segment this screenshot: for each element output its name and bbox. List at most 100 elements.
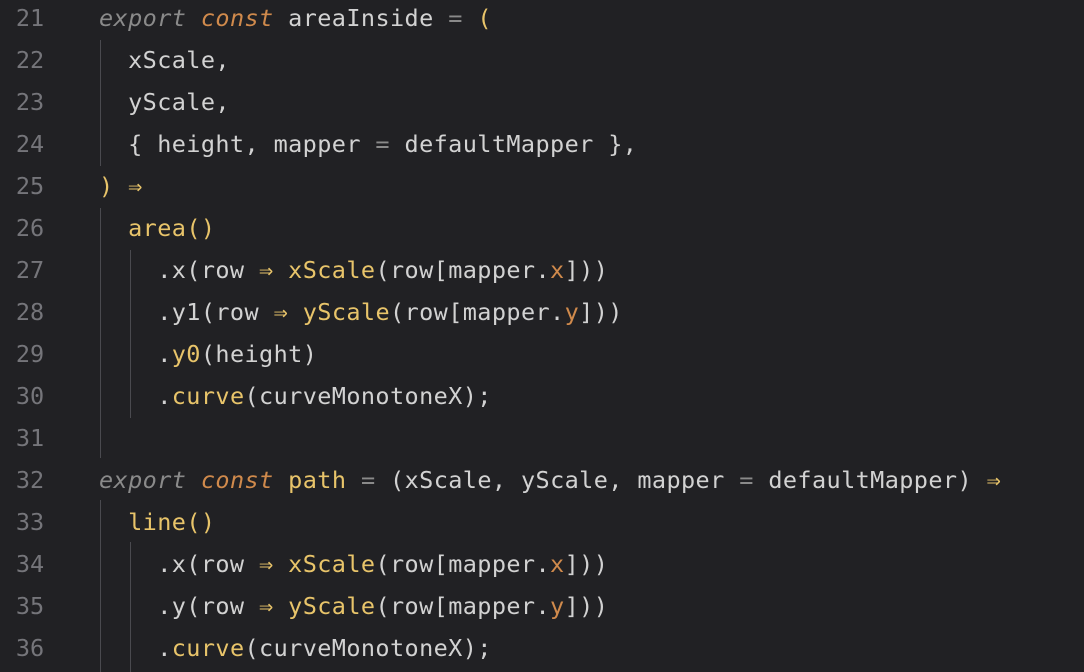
code-token: xScale [288, 256, 376, 284]
line-number: 26 [15, 214, 45, 242]
line-number: 21 [15, 4, 45, 32]
code-token: ) [99, 172, 114, 200]
code-token: ])) [564, 550, 609, 578]
indent-guide [130, 250, 131, 418]
code-token: xScale [288, 550, 376, 578]
code-token: curve [171, 634, 245, 662]
code-text: .y(row ⇒ yScale(row[mapper.y])) [99, 592, 608, 620]
code-token: ])) [564, 256, 609, 284]
line-number: 36 [15, 634, 45, 662]
code-line[interactable]: 35 .y(row ⇒ yScale(row[mapper.y])) [0, 585, 1084, 627]
code-text: area() [99, 214, 215, 242]
code-token: .y(row [99, 592, 260, 620]
indent-guide [100, 500, 101, 672]
code-token: () [186, 214, 216, 242]
code-text: .x(row ⇒ xScale(row[mapper.x])) [99, 256, 608, 284]
code-editor[interactable]: 21 export const areaInside = (22 xScale, 2… [0, 0, 1084, 672]
code-line[interactable]: 21 export const areaInside = ( [0, 0, 1084, 39]
code-token: ⇒ [259, 550, 274, 578]
code-token: y [550, 592, 565, 620]
indent-guide [100, 40, 101, 166]
code-line[interactable]: 22 xScale, [0, 39, 1084, 81]
code-token: area [128, 214, 187, 242]
code-token: . [99, 340, 172, 368]
code-token: ])) [564, 592, 609, 620]
line-number: 34 [15, 550, 45, 578]
code-token: curve [171, 382, 245, 410]
code-token: .x(row [99, 256, 260, 284]
line-number: 25 [15, 172, 45, 200]
code-token: . [99, 382, 172, 410]
code-token: ])) [579, 298, 623, 326]
code-token: .x(row [99, 550, 260, 578]
code-token: (xScale, yScale, mapper [375, 466, 740, 494]
code-token: path [288, 466, 347, 494]
code-token: defaultMapper }, [389, 130, 638, 158]
line-number: 31 [15, 424, 45, 452]
code-token: . [99, 634, 172, 662]
code-token: (row[mapper. [375, 550, 551, 578]
code-line[interactable]: 23 yScale, [0, 81, 1084, 123]
code-token: { height, mapper [99, 130, 376, 158]
code-text: .y1(row ⇒ yScale(row[mapper.y])) [99, 298, 623, 326]
code-text: .y0(height) [99, 340, 317, 368]
code-token: () [186, 508, 216, 536]
code-token: y0 [171, 340, 201, 368]
code-line[interactable]: 25 ) ⇒ [0, 165, 1084, 207]
line-number: 30 [15, 382, 45, 410]
code-line[interactable]: 26 area() [0, 207, 1084, 249]
code-token: = [360, 466, 376, 494]
line-number: 29 [15, 340, 45, 368]
code-line[interactable]: 31 [0, 417, 1084, 459]
code-line[interactable]: 32 export const path = (xScale, yScale, m… [0, 459, 1084, 501]
line-number: 35 [15, 592, 45, 620]
code-line[interactable]: 28 .y1(row ⇒ yScale(row[mapper.y])) [0, 291, 1084, 333]
code-token: .y1(row [99, 298, 274, 326]
code-token: (curveMonotoneX); [244, 382, 492, 410]
code-token: yScale [288, 592, 376, 620]
code-line[interactable]: 24 { height, mapper = defaultMapper }, [0, 123, 1084, 165]
code-token: ⇒ [259, 256, 274, 284]
line-number: 22 [15, 46, 45, 74]
code-line[interactable]: 29 .y0(height) [0, 333, 1084, 375]
code-token: (curveMonotoneX); [244, 634, 492, 662]
code-text: line() [99, 508, 215, 536]
code-text: export const areaInside = ( [99, 4, 492, 32]
indent-guide [130, 542, 131, 672]
code-token: y [564, 298, 580, 326]
code-token: export [99, 466, 187, 494]
code-text: xScale, [99, 46, 230, 74]
code-token: x [550, 550, 565, 578]
code-line[interactable]: 30 .curve(curveMonotoneX); [0, 375, 1084, 417]
code-token: (row[mapper. [375, 256, 551, 284]
line-number: 27 [15, 256, 45, 284]
code-token: areaInside [273, 4, 449, 32]
line-number: 32 [15, 466, 45, 494]
code-token: const [200, 4, 274, 32]
code-line[interactable]: 33 line() [0, 501, 1084, 543]
code-token: = [739, 466, 754, 494]
code-line[interactable]: 34 .x(row ⇒ xScale(row[mapper.x])) [0, 543, 1084, 585]
line-number: 28 [15, 298, 45, 326]
indent-guide [100, 208, 101, 458]
code-text: .curve(curveMonotoneX); [99, 382, 492, 410]
code-token: ⇒ [986, 466, 1002, 494]
code-text: ) ⇒ [99, 172, 143, 200]
code-token: yScale [302, 298, 391, 326]
line-number: 24 [15, 130, 45, 158]
code-token: defaultMapper) [753, 466, 987, 494]
code-line[interactable]: 27 .x(row ⇒ xScale(row[mapper.x])) [0, 249, 1084, 291]
code-token: (row[mapper. [375, 592, 551, 620]
code-token: = [375, 130, 390, 158]
code-line[interactable]: 36 .curve(curveMonotoneX); [0, 627, 1084, 669]
